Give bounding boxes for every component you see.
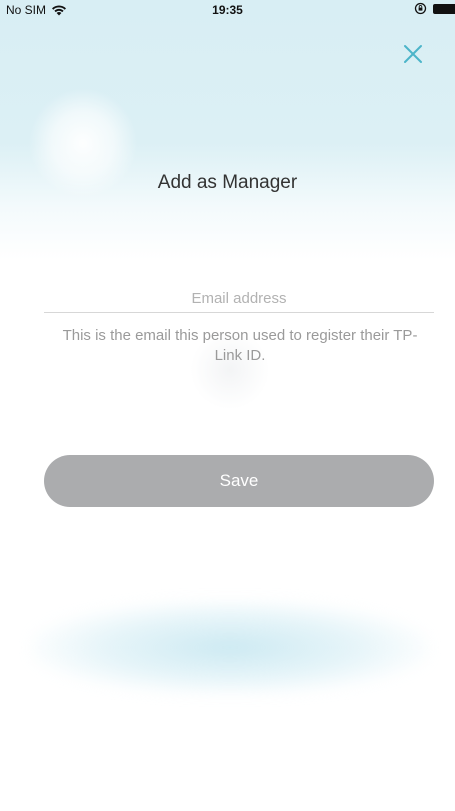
status-time: 19:35 bbox=[212, 3, 243, 17]
status-bar: No SIM 19:35 bbox=[0, 0, 455, 22]
add-manager-screen: No SIM 19:35 Add as Manager Email addres… bbox=[0, 0, 455, 811]
page-title: Add as Manager bbox=[157, 172, 298, 193]
close-icon bbox=[404, 45, 422, 63]
orientation-lock-icon bbox=[414, 2, 427, 15]
close-button[interactable] bbox=[399, 40, 427, 68]
status-right-group bbox=[414, 2, 455, 15]
email-helper-text: This is the email this person used to re… bbox=[62, 327, 418, 364]
battery-icon bbox=[433, 3, 455, 14]
background-bottom-blur bbox=[30, 600, 430, 695]
save-button[interactable]: Save bbox=[44, 455, 434, 507]
email-field[interactable] bbox=[44, 284, 434, 313]
